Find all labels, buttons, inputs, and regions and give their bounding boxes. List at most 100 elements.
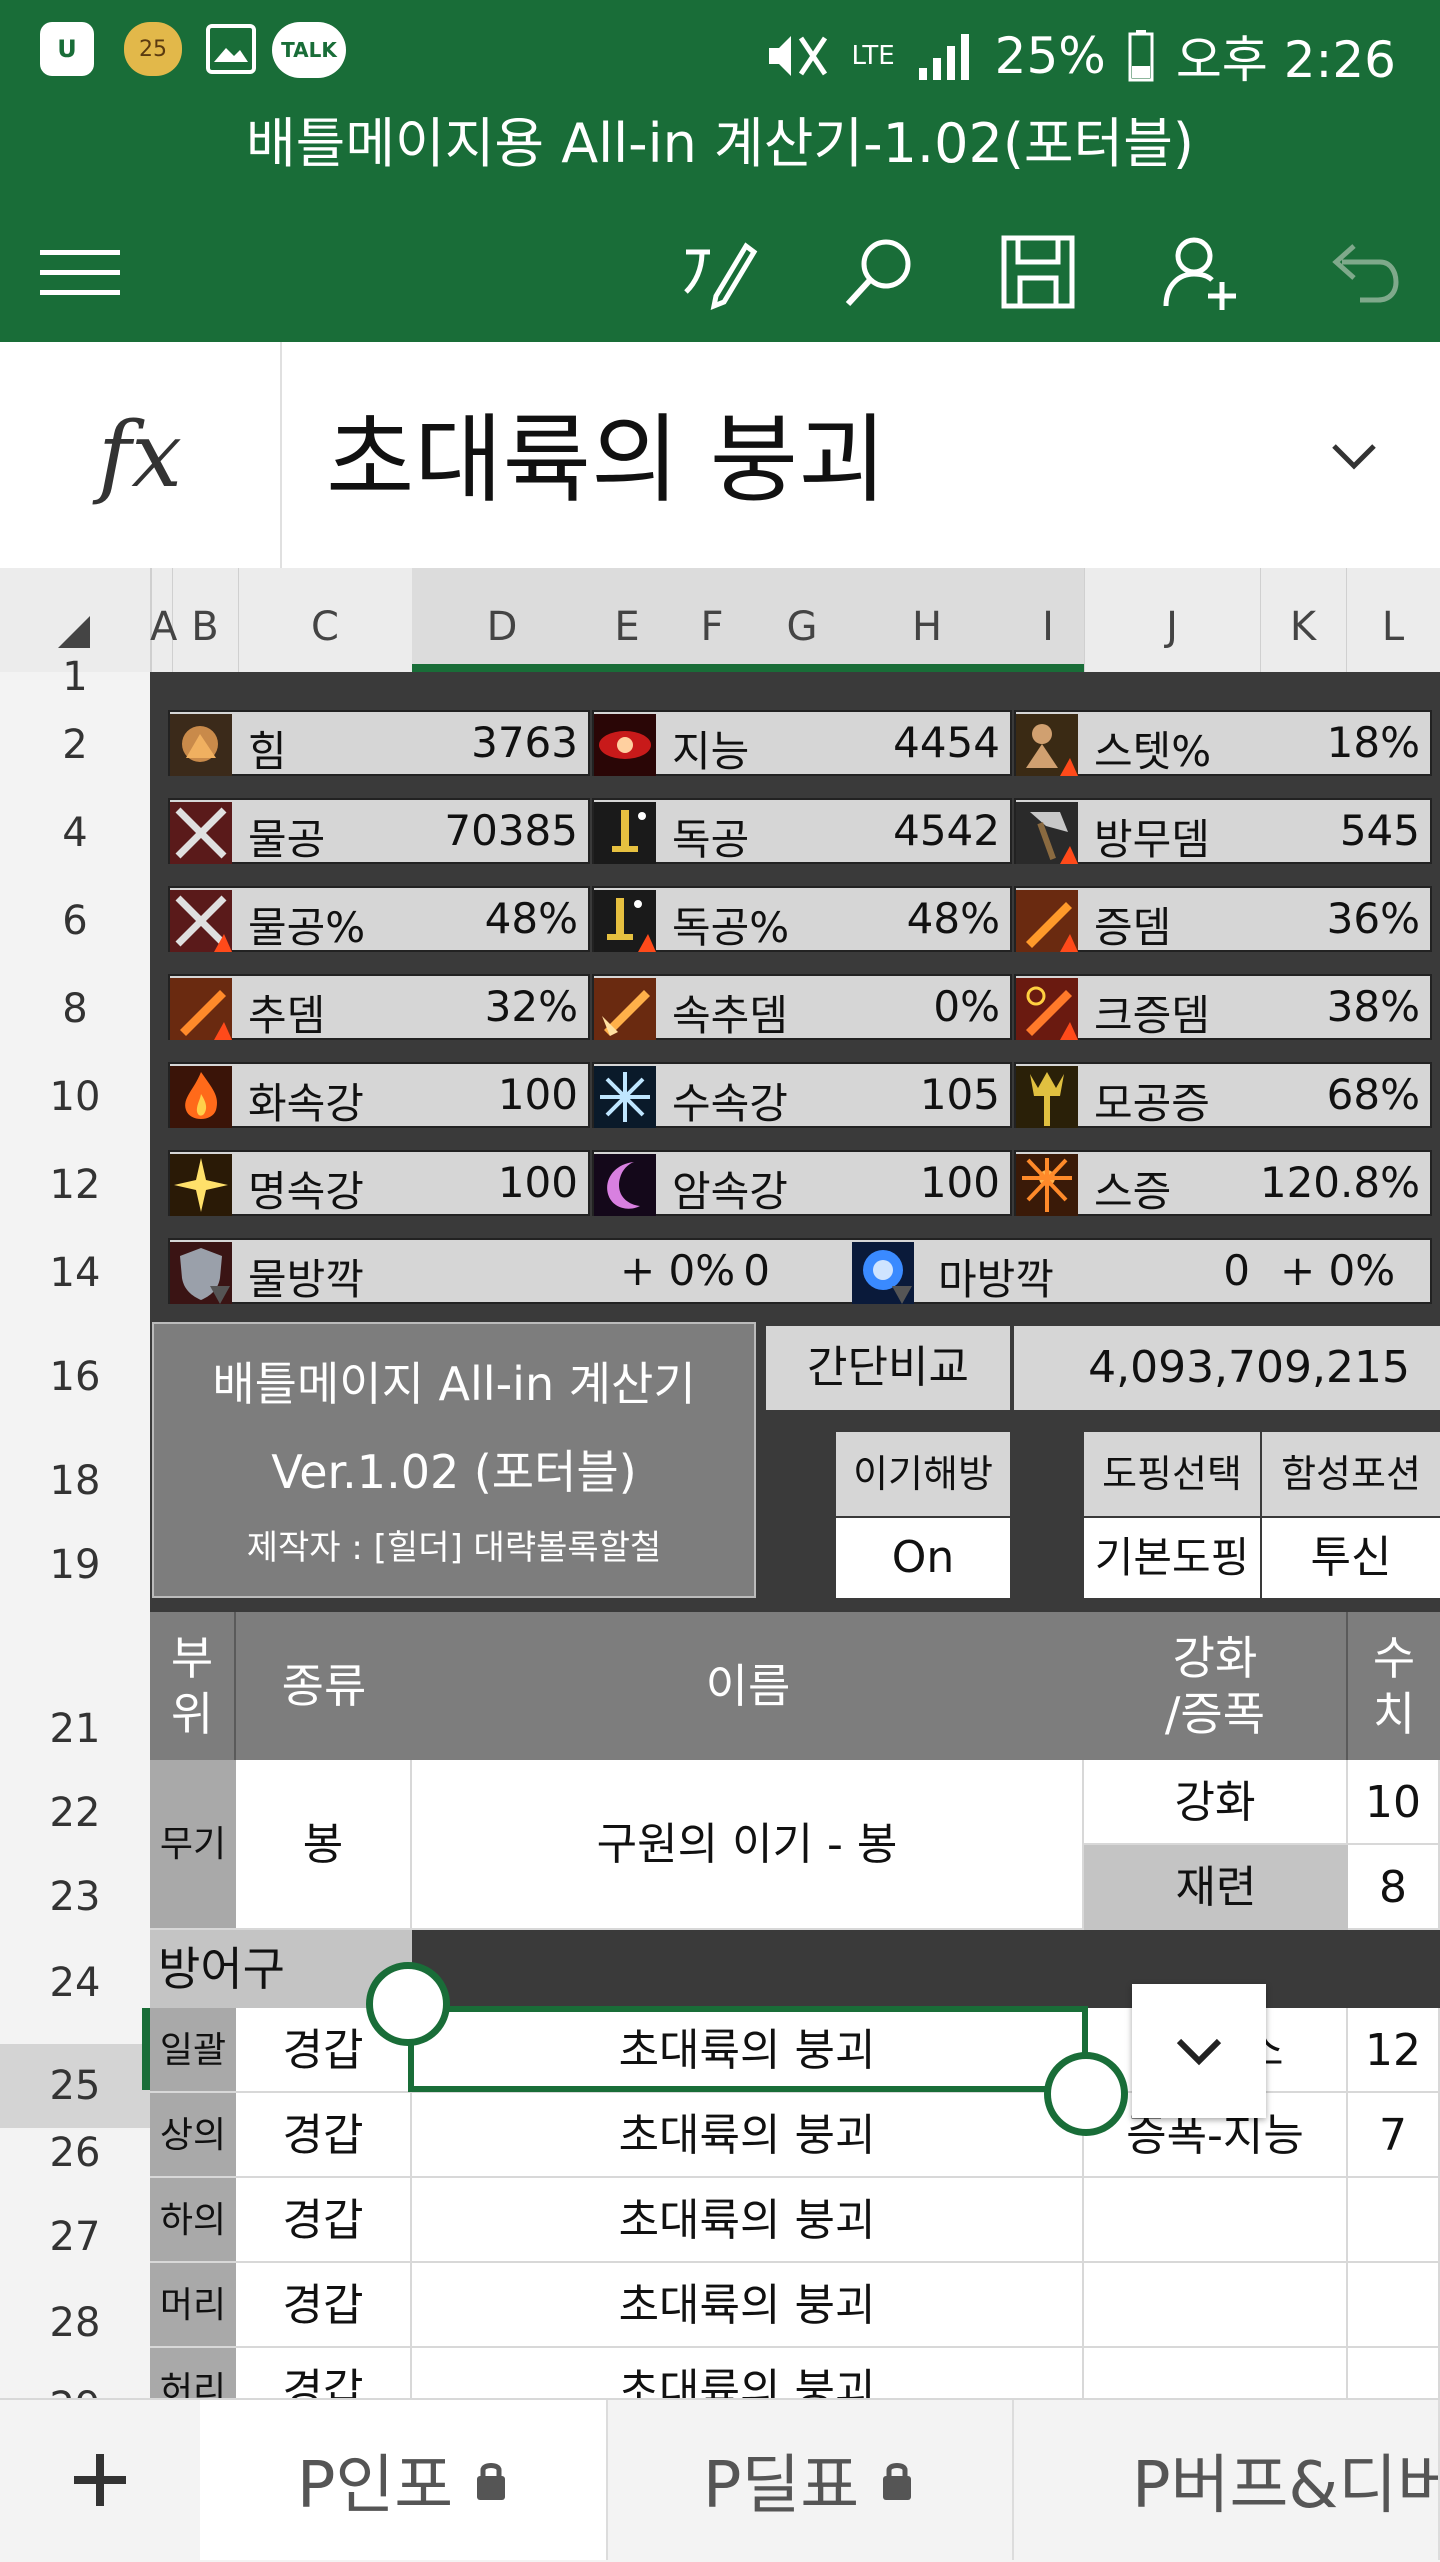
stat-phys-atk[interactable]: 물공 70385 [168,798,590,864]
stat-skill-atk[interactable]: 스증 120.8% [1014,1150,1432,1216]
tab-p-info[interactable]: P인포 [200,2400,608,2560]
stat-light-element[interactable]: 명속강 100 [168,1150,590,1216]
tab-p-deal[interactable]: P딜표 [606,2400,1014,2560]
weapon-part[interactable]: 무기 [150,1760,236,1930]
tab-p-buff-debuff[interactable]: P버프&디버 [1012,2400,1440,2560]
armor-type[interactable]: 경갑 [236,2093,412,2178]
armor-part[interactable]: 하의 [150,2178,236,2263]
armor-name[interactable]: 초대륙의 붕괴 [412,2178,1084,2263]
stat-crit-dmg[interactable]: 크증뎀 38% [1014,974,1432,1040]
search-icon[interactable] [840,232,920,312]
row-12[interactable]: 12 [0,1162,150,1208]
column-f[interactable]: F [662,568,763,672]
selection-handle-start[interactable] [366,1962,450,2046]
stat-fire-element[interactable]: 화속강 100 [168,1062,590,1128]
column-l[interactable]: L [1346,568,1440,672]
armor-value[interactable] [1348,2178,1440,2263]
save-icon[interactable] [998,232,1078,312]
stat-water-element[interactable]: 수속강 105 [592,1062,1012,1128]
stat-all-atk[interactable]: 모공증 68% [1014,1062,1432,1128]
row-22[interactable]: 22 [0,1790,150,1836]
stat-element-extra-dmg[interactable]: 속추뎀 0% [592,974,1012,1040]
weapon-release-value[interactable]: On [836,1518,1010,1598]
mag-def-reduction-value[interactable]: 0 [1170,1246,1250,1295]
armor-part[interactable]: 일괄 [150,2008,236,2093]
potion-value[interactable]: 투신 [1262,1518,1440,1598]
armor-enhance[interactable] [1084,2263,1348,2348]
weapon-refine-value[interactable]: 8 [1348,1845,1440,1930]
stat-def-ignore-dmg[interactable]: 방무뎀 545 [1014,798,1432,864]
equip-header-type: 종류 [236,1612,414,1760]
row-14[interactable]: 14 [0,1250,150,1296]
row-24[interactable]: 24 [0,1960,150,2006]
compare-value[interactable]: 4,093,709,215 [1014,1326,1440,1410]
chevron-down-icon[interactable] [1324,432,1384,482]
armor-value[interactable]: 12 [1348,2008,1440,2093]
status-bar: U 25 TALK LTE 25% 오후 2:26 [0,0,1440,96]
row-8[interactable]: 8 [0,986,150,1032]
row-18[interactable]: 18 [0,1458,150,1504]
row-28[interactable]: 28 [0,2300,150,2346]
row-23[interactable]: 23 [0,1874,150,1920]
row-16[interactable]: 16 [0,1354,150,1400]
share-person-icon[interactable] [1160,232,1240,312]
column-d[interactable]: D [412,568,593,672]
armor-enhance[interactable] [1084,2178,1348,2263]
column-i[interactable]: I [1012,568,1085,672]
weapon-enhance-value[interactable]: 10 [1348,1760,1440,1845]
armor-type[interactable]: 경갑 [236,2178,412,2263]
undo-icon[interactable] [1320,232,1400,312]
stat-stat-pct[interactable]: 스텟% 18% [1014,710,1432,776]
row-2[interactable]: 2 [0,722,150,768]
info-author: 제작자 : [힐더] 대략볼록할철 [246,1528,662,1568]
bear-notification-icon: 25 [124,22,182,76]
column-c[interactable]: C [238,568,413,672]
stat-phys-atk-pct[interactable]: 물공% 48% [168,886,590,952]
armor-part[interactable]: 머리 [150,2263,236,2348]
selection-handle-end[interactable] [1044,2052,1128,2136]
stat-str[interactable]: 힘 3763 [168,710,590,776]
row-27[interactable]: 27 [0,2214,150,2260]
armor-value[interactable]: 7 [1348,2093,1440,2178]
stat-extra-dmg[interactable]: 추뎀 32% [168,974,590,1040]
stat-indep-atk-pct[interactable]: 독공% 48% [592,886,1012,952]
row-25[interactable]: 25 [0,2044,150,2128]
row-21[interactable]: 21 [0,1706,150,1752]
column-g[interactable]: G [762,568,843,672]
armor-name[interactable]: 초대륙의 붕괴 [412,2093,1084,2178]
column-h[interactable]: H [842,568,1013,672]
stat-dark-element[interactable]: 암속강 100 [592,1150,1012,1216]
info-title: 배틀메이지 All-in 계산기 [212,1357,696,1411]
menu-icon[interactable] [40,232,120,312]
crossed-swords-up-icon [170,890,232,952]
row-26[interactable]: 26 [0,2130,150,2176]
column-e[interactable]: E [592,568,663,672]
row-6[interactable]: 6 [0,898,150,944]
armor-part[interactable]: 상의 [150,2093,236,2178]
armor-name[interactable]: 초대륙의 붕괴 [412,2263,1084,2348]
fx-label[interactable]: fx [0,342,282,568]
add-sheet-button[interactable] [0,2400,202,2560]
column-j[interactable]: J [1084,568,1261,672]
row-4[interactable]: 4 [0,810,150,856]
weapon-name[interactable]: 구원의 이기 - 봉 [412,1760,1084,1930]
armor-value[interactable] [1348,2263,1440,2348]
row-1[interactable]: 1 [0,654,150,700]
dropdown-button[interactable] [1132,1984,1266,2118]
stat-dmg-increase[interactable]: 증뎀 36% [1014,886,1432,952]
row-19[interactable]: 19 [0,1542,150,1588]
column-b[interactable]: B [172,568,239,672]
stat-indep-atk[interactable]: 독공 4542 [592,798,1012,864]
formula-input[interactable]: 초대륙의 붕괴 [326,382,886,521]
weapon-type[interactable]: 봉 [236,1760,412,1930]
doping-value[interactable]: 기본도핑 [1084,1518,1260,1598]
row-10[interactable]: 10 [0,1074,150,1120]
phys-def-reduction-pct[interactable]: + 0% [620,1246,735,1295]
mag-def-reduction-pct[interactable]: + 0% [1280,1246,1395,1295]
column-a[interactable]: A [150,568,177,672]
armor-type[interactable]: 경갑 [236,2263,412,2348]
stat-int[interactable]: 지능 4454 [592,710,1012,776]
draw-pen-icon[interactable] [680,232,760,312]
column-k[interactable]: K [1260,568,1347,672]
status-indicators: LTE 25% 오후 2:26 [761,20,1396,92]
